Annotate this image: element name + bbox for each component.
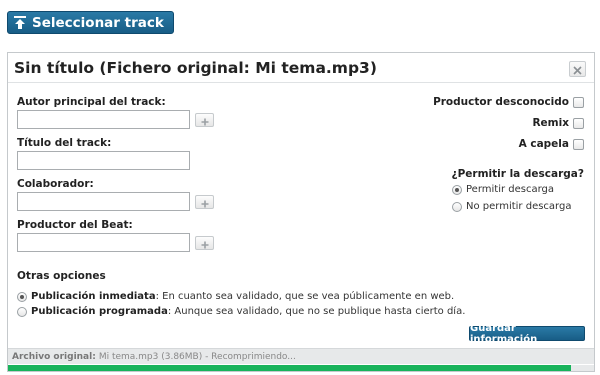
select-track-label: Seleccionar track <box>32 14 164 31</box>
titulo-label: Título del track: <box>17 137 112 149</box>
dialog-header: Sin título (Fichero original: Mi tema.mp… <box>8 53 594 83</box>
no-permitir-descarga-option[interactable]: No permitir descarga <box>452 201 571 212</box>
progress-bar <box>8 365 594 371</box>
productor-desconocido-row: Productor desconocido <box>433 96 584 108</box>
select-track-button[interactable]: Seleccionar track <box>7 11 174 34</box>
publicacion-programada-desc: : Aunque sea validado, que no se publiqu… <box>167 306 466 317</box>
remix-row: Remix <box>532 117 584 129</box>
titulo-input[interactable] <box>17 151 190 170</box>
progress-fill <box>8 365 571 371</box>
save-info-button[interactable]: Guardar información <box>469 323 585 345</box>
add-productor-button[interactable] <box>195 236 214 250</box>
plus-icon <box>201 193 209 212</box>
a-capela-label: A capela <box>518 138 569 150</box>
no-permitir-descarga-radio[interactable] <box>452 201 462 212</box>
add-colaborador-button[interactable] <box>195 195 214 209</box>
plus-icon <box>201 111 209 130</box>
colaborador-label: Colaborador: <box>17 178 94 190</box>
close-icon <box>573 60 582 79</box>
no-permitir-descarga-label: No permitir descarga <box>466 201 572 212</box>
autor-input[interactable] <box>17 110 190 129</box>
publicacion-inmediata-option[interactable]: Publicación inmediata: En cuanto sea val… <box>17 291 454 302</box>
publicacion-programada-radio[interactable] <box>17 306 27 317</box>
download-title: ¿Permitir la descarga? <box>451 168 585 180</box>
permitir-descarga-radio[interactable] <box>452 184 462 195</box>
publicacion-inmediata-radio[interactable] <box>17 291 27 302</box>
close-button[interactable] <box>569 61 586 77</box>
remix-checkbox[interactable] <box>573 117 584 129</box>
publicacion-inmediata-label: Publicación inmediata <box>31 291 156 302</box>
add-autor-button[interactable] <box>195 113 214 127</box>
footer-label: Archivo original: <box>12 351 96 362</box>
publicacion-programada-label: Publicación programada <box>31 306 168 317</box>
plus-icon <box>201 234 209 253</box>
footer-text: Mi tema.mp3 (3.86MB) - Recomprimiendo... <box>98 351 296 362</box>
productor-desconocido-checkbox[interactable] <box>573 96 584 108</box>
track-dialog: Sin título (Fichero original: Mi tema.mp… <box>7 52 595 372</box>
a-capela-checkbox[interactable] <box>573 138 584 150</box>
a-capela-row: A capela <box>519 138 584 150</box>
productor-desconocido-label: Productor desconocido <box>433 96 569 108</box>
productor-input[interactable] <box>17 233 190 252</box>
autor-label: Autor principal del track: <box>17 96 166 108</box>
permitir-descarga-label: Permitir descarga <box>466 184 555 195</box>
remix-label: Remix <box>532 117 569 129</box>
permitir-descarga-option[interactable]: Permitir descarga <box>452 184 554 195</box>
upload-icon <box>14 16 26 29</box>
dialog-title: Sin título (Fichero original: Mi tema.mp… <box>14 58 377 77</box>
productor-label: Productor del Beat: <box>17 219 133 231</box>
otras-opciones-title: Otras opciones <box>17 270 106 282</box>
publicacion-inmediata-desc: : En cuanto sea validado, que se vea púb… <box>155 291 455 302</box>
file-status-bar: Archivo original: Mi tema.mp3 (3.86MB) -… <box>8 348 594 364</box>
publicacion-programada-option[interactable]: Publicación programada: Aunque sea valid… <box>17 306 465 317</box>
colaborador-input[interactable] <box>17 192 190 211</box>
